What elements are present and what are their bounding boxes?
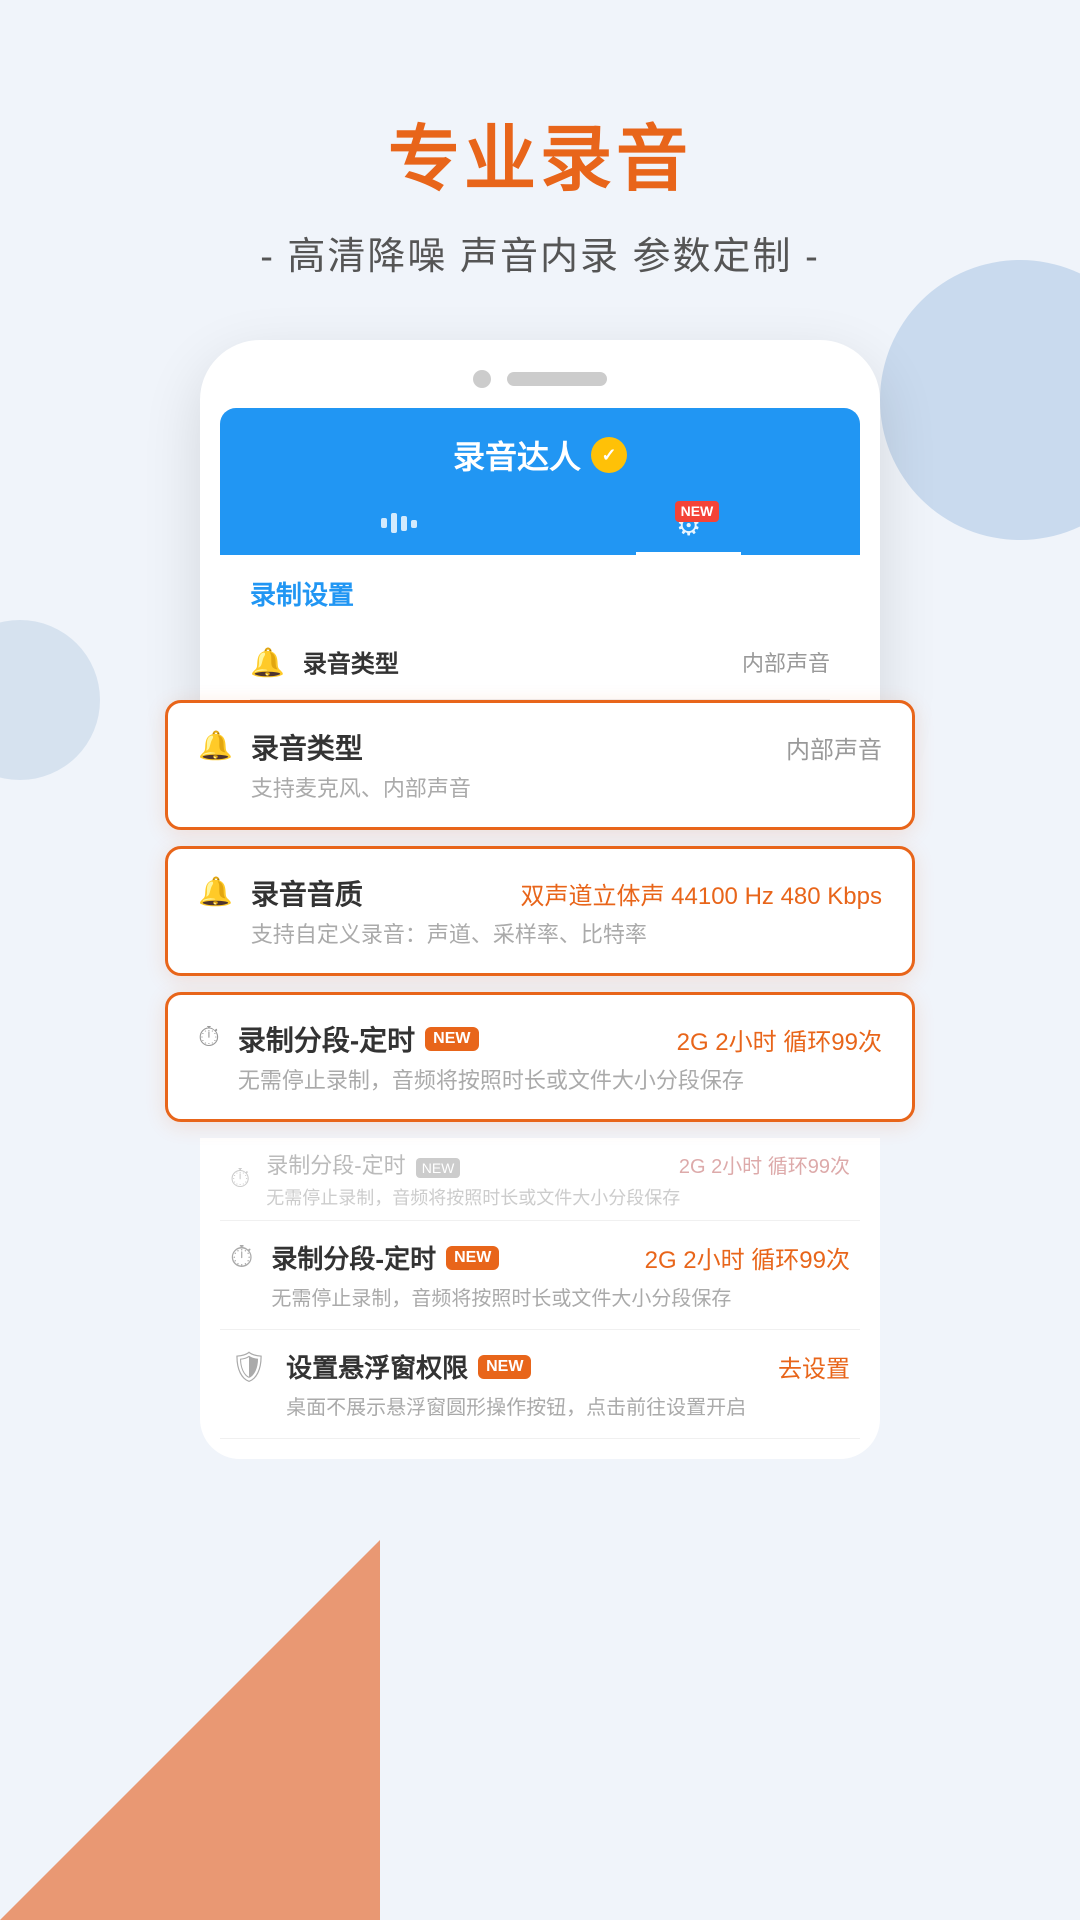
app-header: 录音达人 ✓ — [220, 408, 860, 555]
page-sub-title: - 高清降噪 声音内录 参数定制 - — [260, 225, 820, 280]
app-content-preview: 录制设置 🔔 录音类型 内部声音 — [220, 555, 860, 720]
tab-waveform[interactable] — [339, 498, 459, 555]
blur-desc: 无需停止录制，音频将按照时长或文件大小分段保存 — [266, 1184, 850, 1210]
below-segment-desc: 无需停止录制，音频将按照时长或文件大小分段保存 — [271, 1282, 850, 1311]
phone-speaker-area — [220, 370, 860, 388]
below-segment-body: 录制分段-定时 NEW 2G 2小时 循环99次 无需停止录制，音频将按照时长或… — [271, 1239, 850, 1311]
app-title-badge: ✓ — [591, 437, 627, 473]
waveform-icon — [379, 508, 419, 545]
recording-type-label: 录音类型 — [251, 727, 363, 767]
below-phone-content: ⏱ 录制分段-定时 NEW 2G 2小时 循环99次 无需停止录制，音频将按照时… — [200, 1138, 880, 1459]
section-title: 录制设置 — [250, 575, 830, 612]
audio-quality-main-row: 录音音质 双声道立体声 44100 Hz 480 Kbps — [251, 873, 882, 913]
settings-new-badge: NEW — [675, 501, 720, 522]
bg-triangle-bottom-left — [0, 1540, 380, 1920]
below-segment-icon: ⏱ — [230, 1241, 253, 1275]
segment-desc: 无需停止录制，音频将按照时长或文件大小分段保存 — [238, 1063, 882, 1095]
tab-settings[interactable]: ⚙ NEW — [636, 499, 741, 555]
highlight-card-recording-type: 🔔 录音类型 内部声音 支持麦克风、内部声音 — [165, 700, 915, 830]
below-segment-label: 录制分段-定时 NEW — [271, 1239, 499, 1276]
highlight-card-audio-quality: 🔔 录音音质 双声道立体声 44100 Hz 480 Kbps 支持自定义录音：… — [165, 846, 915, 976]
below-float-icon: 🛡 — [230, 1350, 268, 1385]
app-title: 录音达人 — [453, 432, 581, 478]
page-main-title: 专业录音 — [388, 100, 692, 205]
blur-value: 2G 2小时 循环99次 — [679, 1150, 850, 1179]
recording-type-body: 录音类型 内部声音 支持麦克风、内部声音 — [251, 727, 882, 803]
audio-quality-body: 录音音质 双声道立体声 44100 Hz 480 Kbps 支持自定义录音：声道… — [251, 873, 882, 949]
below-float-new-tag: NEW — [478, 1355, 531, 1379]
highlight-card-segment: ⏱ 录制分段-定时 NEW 2G 2小时 循环99次 无需停止录制，音频将按照时… — [165, 992, 915, 1122]
segment-main-row: 录制分段-定时 NEW 2G 2小时 循环99次 — [238, 1019, 882, 1059]
preview-setting-icon: 🔔 — [250, 646, 285, 679]
below-row-segment: ⏱ 录制分段-定时 NEW 2G 2小时 循环99次 无需停止录制，音频将按照时… — [220, 1221, 860, 1330]
below-float-body: 设置悬浮窗权限 NEW 去设置 桌面不展示悬浮窗圆形操作按钮，点击前往设置开启 — [286, 1348, 850, 1420]
below-float-desc: 桌面不展示悬浮窗圆形操作按钮，点击前往设置开启 — [286, 1391, 850, 1420]
audio-quality-icon: 🔔 — [198, 875, 233, 908]
below-float-label: 设置悬浮窗权限 NEW — [286, 1348, 531, 1385]
below-float-value[interactable]: 去设置 — [778, 1349, 850, 1384]
recording-type-value: 内部声音 — [786, 730, 882, 765]
below-segment-main-row: 录制分段-定时 NEW 2G 2小时 循环99次 — [271, 1239, 850, 1276]
phone-mockup: 录音达人 ✓ — [200, 340, 880, 760]
recording-type-icon: 🔔 — [198, 729, 233, 762]
segment-value: 2G 2小时 循环99次 — [677, 1022, 882, 1057]
blur-label: 录制分段-定时 NEW — [266, 1148, 460, 1180]
preview-setting-row: 🔔 录音类型 内部声音 — [250, 628, 830, 700]
gear-wrapper: ⚙ NEW — [676, 509, 701, 542]
below-row-float-window[interactable]: 🛡 设置悬浮窗权限 NEW 去设置 桌面不展示悬浮窗圆形操作按钮，点击前往设置开… — [220, 1330, 860, 1439]
blur-row-body: 录制分段-定时 NEW 2G 2小时 循环99次 无需停止录制，音频将按照时长或… — [266, 1148, 850, 1210]
phone-camera — [473, 370, 491, 388]
preview-setting-body: 录音类型 内部声音 — [303, 644, 830, 683]
segment-label: 录制分段-定时 — [238, 1019, 415, 1059]
below-segment-value: 2G 2小时 循环99次 — [645, 1240, 850, 1275]
segment-new-tag: NEW — [425, 1027, 478, 1051]
recording-type-main-row: 录音类型 内部声音 — [251, 727, 882, 767]
preview-value: 内部声音 — [742, 646, 830, 678]
segment-body: 录制分段-定时 NEW 2G 2小时 循环99次 无需停止录制，音频将按照时长或… — [238, 1019, 882, 1095]
below-segment-new-tag: NEW — [446, 1246, 499, 1270]
preview-main-row: 录音类型 内部声音 — [303, 644, 830, 679]
audio-quality-label: 录音音质 — [251, 873, 363, 913]
audio-quality-desc: 支持自定义录音：声道、采样率、比特率 — [251, 917, 882, 949]
preview-label: 录音类型 — [303, 644, 399, 679]
app-tabs: ⚙ NEW — [250, 498, 830, 555]
recording-type-desc: 支持麦克风、内部声音 — [251, 771, 882, 803]
segment-icon: ⏱ — [198, 1021, 220, 1054]
phone-speaker — [507, 372, 607, 386]
audio-quality-value: 双声道立体声 44100 Hz 480 Kbps — [521, 876, 883, 911]
app-title-row: 录音达人 ✓ — [250, 432, 830, 478]
highlight-cards-container: 🔔 录音类型 内部声音 支持麦克风、内部声音 🔔 录音音质 双声道立体声 441… — [165, 700, 915, 1138]
below-float-main-row: 设置悬浮窗权限 NEW 去设置 — [286, 1348, 850, 1385]
blur-row-icon: ⏱ — [230, 1163, 250, 1195]
